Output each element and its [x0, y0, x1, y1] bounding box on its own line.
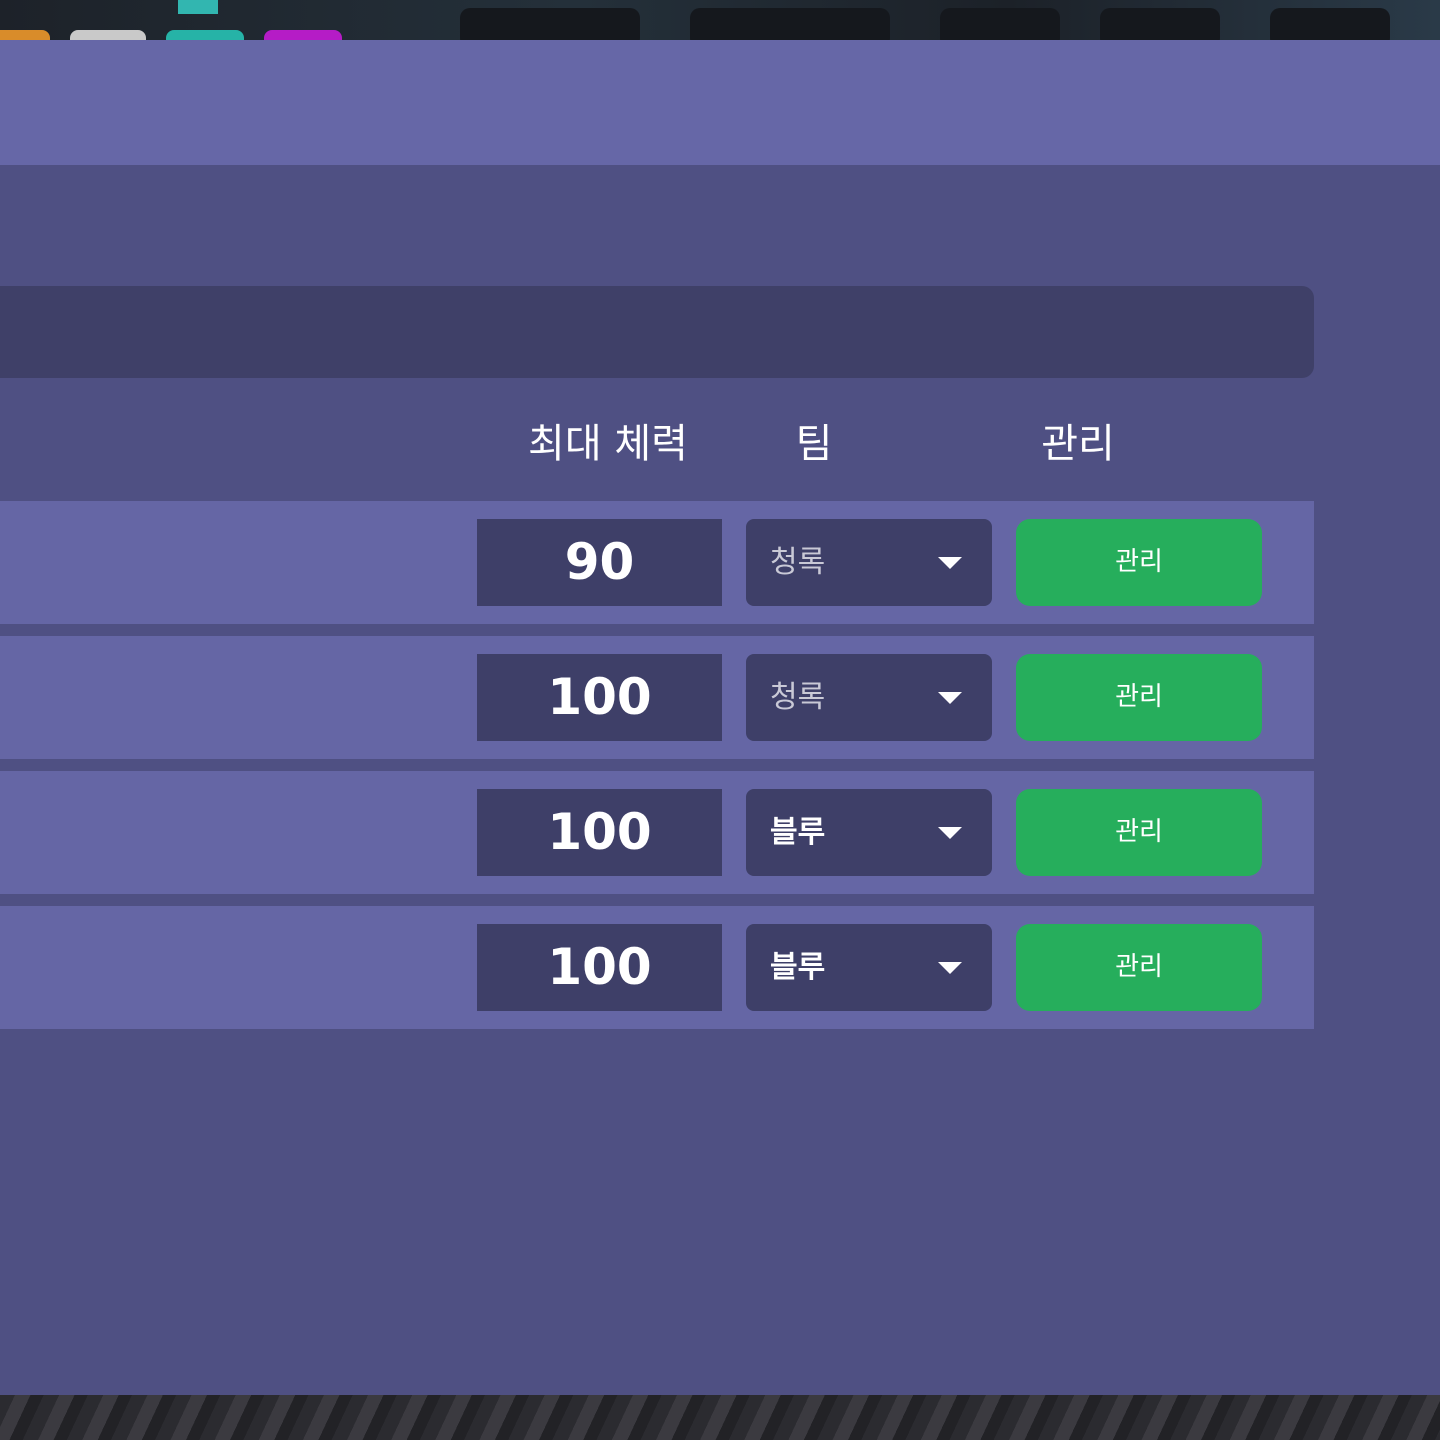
table-row: 100 블루 관리	[0, 771, 1314, 894]
game-background-bottom	[0, 1394, 1440, 1440]
table-row: 100 블루 관리	[0, 906, 1314, 1029]
team-selected-value: 청록	[770, 545, 826, 580]
caret-down-icon	[938, 962, 962, 974]
team-dropdown[interactable]: 블루	[746, 924, 992, 1011]
table-row: 100 청록 관리	[0, 636, 1314, 759]
team-selected-value: 블루	[770, 815, 826, 850]
team-dropdown[interactable]: 청록	[746, 654, 992, 741]
player-management-panel: 최대 체력 팀 관리 90 청록 관리 100 청록 관리 100 블루 관리 …	[0, 40, 1440, 1395]
caret-down-icon	[938, 692, 962, 704]
team-dropdown[interactable]: 블루	[746, 789, 992, 876]
max-hp-value[interactable]: 90	[477, 519, 722, 606]
team-dropdown[interactable]: 청록	[746, 519, 992, 606]
column-header-max-hp: 최대 체력	[528, 421, 688, 467]
team-selected-value: 블루	[770, 950, 826, 985]
manage-button[interactable]: 관리	[1016, 519, 1262, 606]
table-row: 90 청록 관리	[0, 501, 1314, 624]
max-hp-value[interactable]: 100	[477, 654, 722, 741]
search-bar[interactable]	[0, 286, 1314, 378]
team-selected-value: 청록	[770, 680, 826, 715]
max-hp-value[interactable]: 100	[477, 789, 722, 876]
caret-down-icon	[938, 827, 962, 839]
max-hp-value[interactable]: 100	[477, 924, 722, 1011]
manage-button[interactable]: 관리	[1016, 789, 1262, 876]
manage-button[interactable]: 관리	[1016, 654, 1262, 741]
caret-down-icon	[938, 557, 962, 569]
column-header-team: 팀	[795, 421, 833, 467]
column-header-manage: 관리	[1041, 421, 1115, 467]
background-decoration	[178, 0, 218, 14]
panel-header	[0, 40, 1440, 165]
manage-button[interactable]: 관리	[1016, 924, 1262, 1011]
